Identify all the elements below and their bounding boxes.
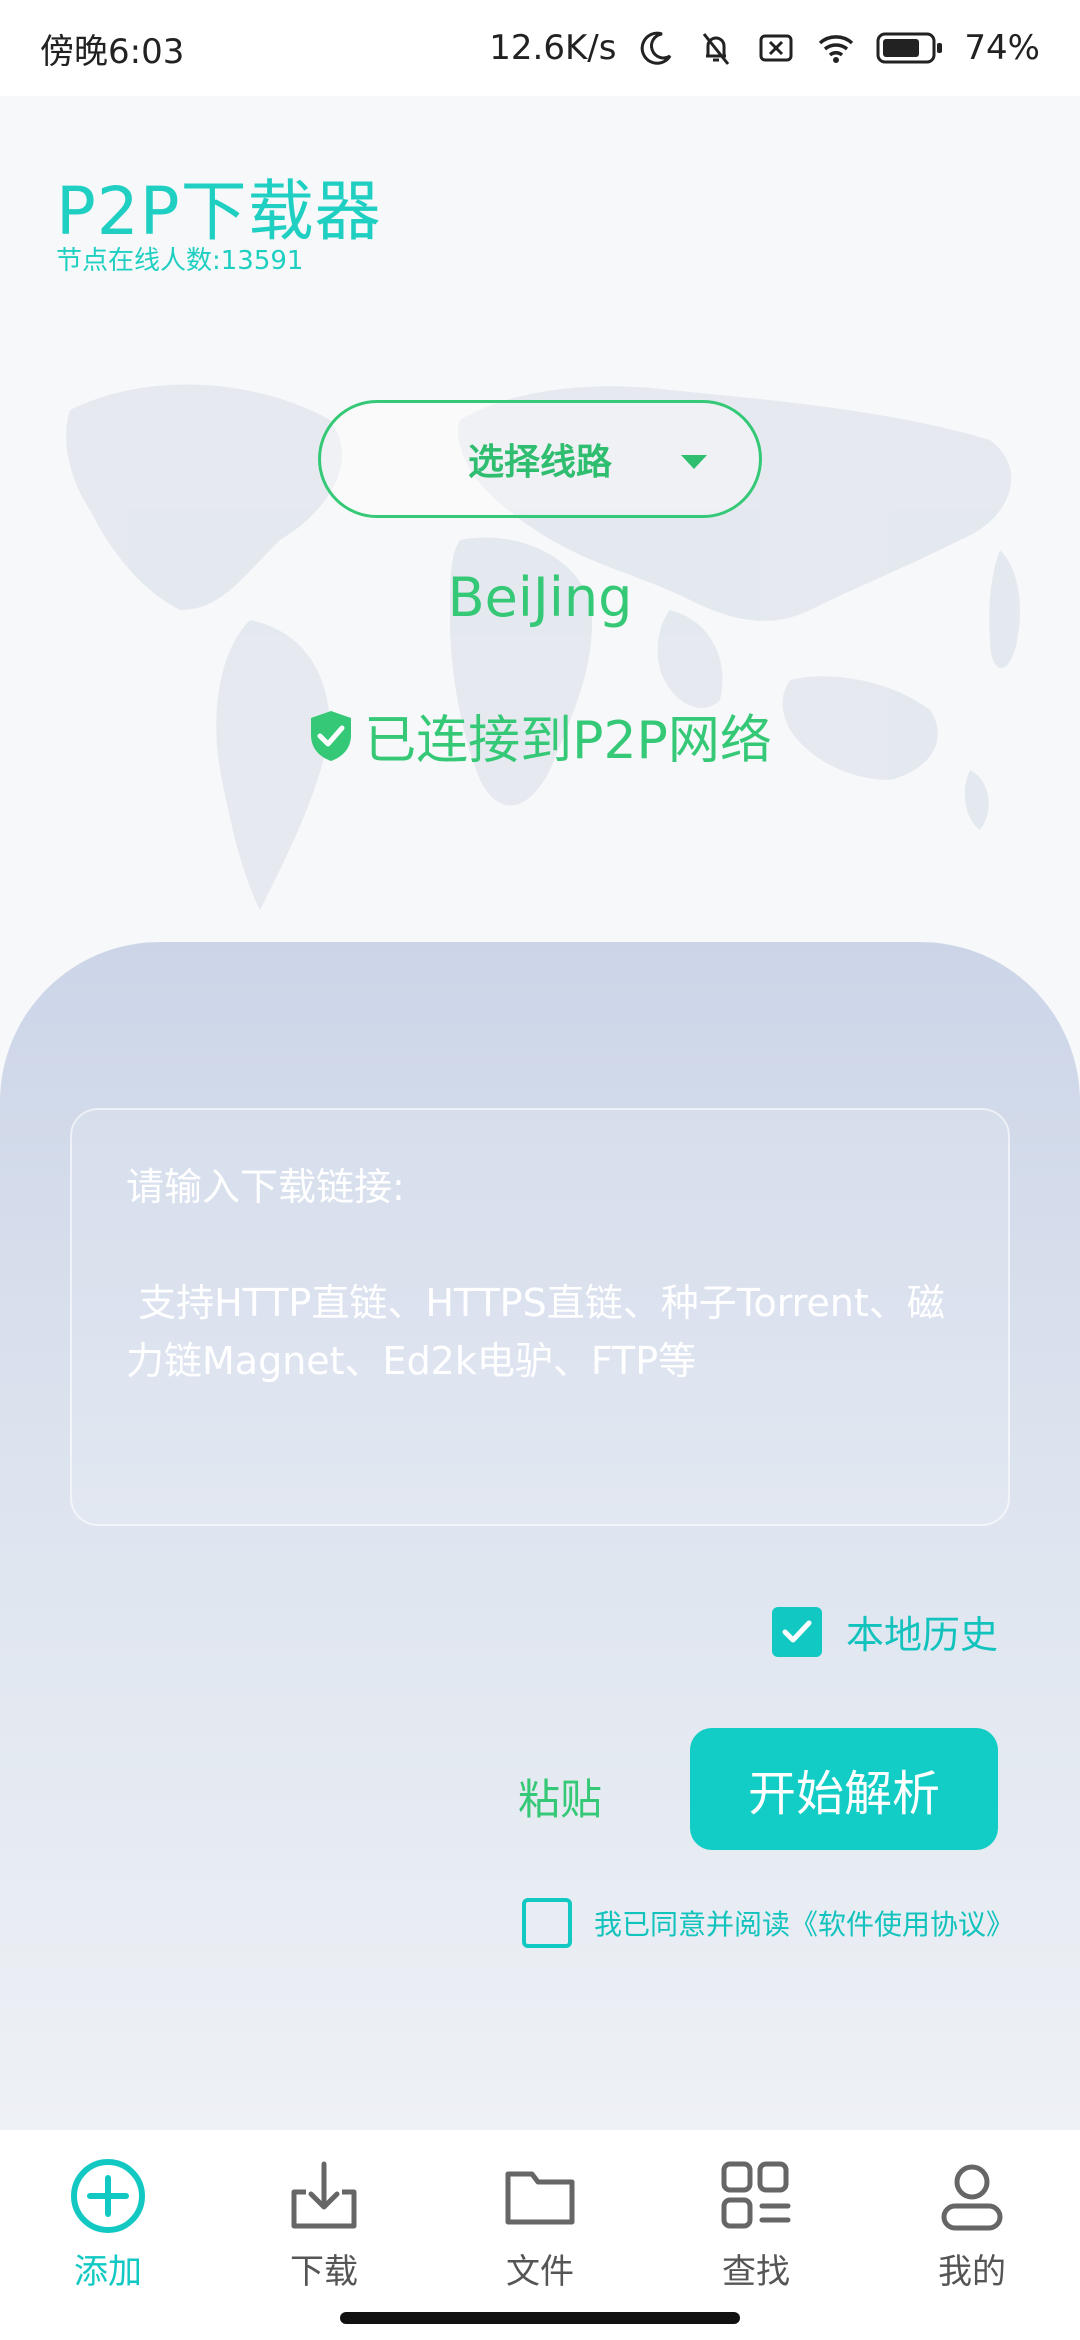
add-circle-icon [71,2159,145,2233]
nav-profile[interactable]: 我的 [882,2156,1062,2293]
nav-download-label: 下载 [290,2252,358,2292]
current-city: BeiJing [447,566,633,629]
shield-check-icon [311,710,352,761]
status-right: 12.6K/s 74% [489,28,1040,68]
route-select-label: 选择线路 [467,442,612,483]
status-bar: 傍晚6:03 12.6K/s 74% [0,0,1080,96]
dropdown-arrow-icon [681,455,707,469]
connection-status: 已连接到P2P网络 [0,698,1080,773]
nav-search-label: 查找 [722,2252,790,2292]
profile-icon [941,2164,1003,2231]
nav-files[interactable]: 文件 [450,2156,630,2293]
net-speed: 12.6K/s [489,28,617,68]
nav-download[interactable]: 下载 [234,2156,414,2293]
download-icon [291,2161,357,2229]
bell-mute-icon [703,33,730,65]
nav-add-label: 添加 [74,2252,142,2292]
nav-search[interactable]: 查找 [666,2156,846,2293]
moon-icon [641,31,672,65]
paste-button[interactable]: 粘贴 [518,1766,602,1827]
check-icon [782,1620,812,1642]
agreement-label[interactable]: 我已同意并阅读《软件使用协议》 [594,1903,1014,1943]
connection-status-text: 已连接到P2P网络 [364,711,772,771]
nav-files-label: 文件 [506,2252,574,2292]
agreement-toggle[interactable]: 我已同意并阅读《软件使用协议》 [522,1898,1014,1948]
download-link-input[interactable]: 请输入下载链接: 支持HTTP直链、HTTPS直链、种子Torrent、磁力链M… [70,1108,1010,1526]
history-checkbox[interactable] [771,1606,822,1657]
folder-icon [505,2171,575,2225]
history-label: 本地历史 [845,1613,998,1657]
agreement-checkbox[interactable] [522,1898,572,1948]
nav-profile-label: 我的 [938,2252,1006,2292]
apps-search-icon [721,2161,791,2229]
sim-off-icon [759,34,793,62]
battery-icon [876,32,943,64]
local-history-toggle[interactable]: 本地历史 [771,1604,998,1659]
online-count: 节点在线人数:13591 [56,246,304,276]
status-time: 傍晚6:03 [40,31,185,72]
bottom-nav: 添加 下载 文件 查找 我的 [0,2130,1080,2340]
battery-level: 74% [964,28,1040,68]
wifi-icon [819,35,854,63]
home-indicator[interactable] [340,2312,740,2324]
route-select[interactable]: 选择线路 [318,400,762,518]
start-parse-button[interactable]: 开始解析 [690,1728,998,1850]
screen: 傍晚6:03 12.6K/s 74% P2P下载器 节点在线人数:13591 选… [0,0,1080,2340]
nav-add[interactable]: 添加 [18,2156,198,2293]
